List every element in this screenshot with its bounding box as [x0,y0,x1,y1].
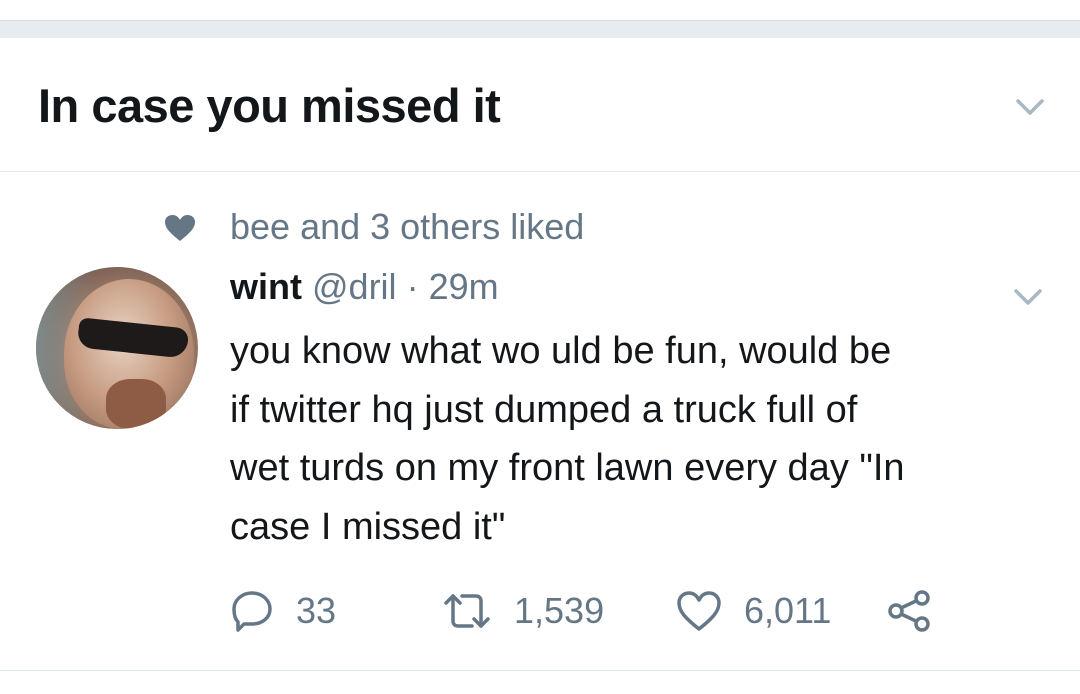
section-title: In case you missed it [38,79,501,132]
top-strip [0,0,1080,20]
retweet-icon [442,589,492,633]
chevron-down-icon[interactable] [1012,92,1048,122]
retweet-count: 1,539 [514,590,605,631]
tweet-text-line: wet turds on my front lawn every day "In [230,447,905,489]
heart-filled-icon [164,214,196,242]
retweet-button[interactable]: 1,539 [442,588,604,634]
social-context-text[interactable]: bee and 3 others liked [230,206,584,248]
heart-outline-icon [676,590,722,632]
section-header: In case you missed it [0,38,1080,172]
like-button[interactable]: 6,011 [676,588,831,634]
share-icon [886,589,936,633]
like-count: 6,011 [744,590,832,631]
author-handle[interactable]: @dril [312,266,397,307]
author-name[interactable]: wint [230,266,302,307]
reply-button[interactable]: 33 [230,588,336,634]
tweet-text-line: case I missed it" [230,505,506,548]
tweet-actions: 33 1,539 6,011 [230,588,990,634]
social-context: bee and 3 others liked [0,202,1080,250]
tweet-header: wint @dril · 29m [230,266,499,308]
avatar[interactable] [36,267,198,429]
header-separator: · [406,266,419,307]
timeline-gap [0,20,1080,38]
reply-icon [230,589,274,633]
tweet-text-line: if twitter hq just dumped a truck full o… [230,388,858,431]
divider [0,670,1080,671]
tweet[interactable]: bee and 3 others liked wint @dril · 29m … [0,172,1080,670]
tweet-text: you know what wo uld be fun, would be if… [230,322,1050,556]
reply-count: 33 [296,590,337,631]
share-button[interactable] [886,588,936,634]
chevron-down-icon[interactable] [1010,282,1046,312]
tweet-timestamp[interactable]: 29m [429,266,499,307]
tweet-text-line: you know what wo uld be fun, would be [230,330,892,372]
